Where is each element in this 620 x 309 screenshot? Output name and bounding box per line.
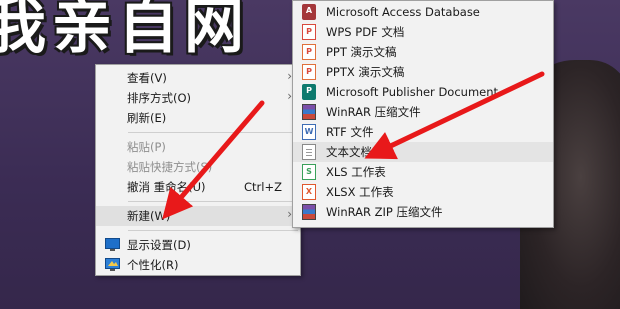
menu-item-paste-shortcut: 粘贴快捷方式(S) [96, 157, 300, 177]
new-item-label: PPT 演示文稿 [326, 45, 397, 59]
winrar-icon [302, 104, 316, 120]
menu-item-sort-by[interactable]: 排序方式(O) › [96, 88, 300, 108]
pptx-icon: P [302, 64, 316, 80]
new-item-winrar-zip[interactable]: WinRAR ZIP 压缩文件 [293, 202, 553, 222]
menu-item-label: 排序方式(O) [127, 91, 192, 105]
new-item-label: 文本文档 [326, 145, 372, 159]
new-item-label: Microsoft Publisher Document [326, 85, 499, 99]
display-settings-icon [105, 238, 120, 251]
new-item-access-database[interactable]: A Microsoft Access Database [293, 2, 553, 22]
menu-item-shortcut: Ctrl+Z [244, 180, 282, 194]
menu-item-refresh[interactable]: 刷新(E) [96, 108, 300, 128]
publisher-icon: P [302, 84, 316, 100]
new-item-wps-pdf[interactable]: P WPS PDF 文档 [293, 22, 553, 42]
new-item-label: WPS PDF 文档 [326, 25, 405, 39]
menu-separator [128, 132, 298, 133]
menu-item-label: 撤消 重命名(U) [127, 180, 206, 194]
new-item-label: XLS 工作表 [326, 165, 386, 179]
new-item-label: RTF 文件 [326, 125, 374, 139]
new-item-publisher[interactable]: P Microsoft Publisher Document [293, 82, 553, 102]
xlsx-icon: X [302, 184, 316, 200]
new-item-text-document[interactable]: 文本文档 [293, 142, 553, 162]
menu-item-label: 粘贴(P) [127, 140, 166, 154]
desktop-context-menu: 查看(V) › 排序方式(O) › 刷新(E) 粘贴(P) 粘贴快捷方式(S) … [95, 64, 301, 276]
text-document-icon [302, 144, 316, 160]
new-item-xls[interactable]: S XLS 工作表 [293, 162, 553, 182]
winrar-zip-icon [302, 204, 316, 220]
menu-item-personalize[interactable]: 个性化(R) [96, 255, 300, 275]
menu-item-label: 粘贴快捷方式(S) [127, 160, 213, 174]
personalize-icon [105, 258, 120, 271]
wps-pdf-icon: P [302, 24, 316, 40]
menu-item-label: 个性化(R) [127, 258, 179, 272]
menu-separator [128, 201, 298, 202]
rtf-icon: W [302, 124, 316, 140]
new-item-xlsx[interactable]: X XLSX 工作表 [293, 182, 553, 202]
new-item-label: PPTX 演示文稿 [326, 65, 405, 79]
new-item-label: WinRAR 压缩文件 [326, 105, 421, 119]
menu-item-display-settings[interactable]: 显示设置(D) [96, 235, 300, 255]
new-item-label: Microsoft Access Database [326, 5, 480, 19]
new-item-rtf[interactable]: W RTF 文件 [293, 122, 553, 142]
menu-item-label: 显示设置(D) [127, 238, 191, 252]
menu-item-label: 新建(W) [127, 209, 171, 223]
new-item-pptx[interactable]: P PPTX 演示文稿 [293, 62, 553, 82]
menu-separator [128, 230, 298, 231]
new-item-label: WinRAR ZIP 压缩文件 [326, 205, 443, 219]
new-item-label: XLSX 工作表 [326, 185, 394, 199]
menu-item-paste: 粘贴(P) [96, 137, 300, 157]
xls-icon: S [302, 164, 316, 180]
access-db-icon: A [302, 4, 316, 20]
menu-item-view[interactable]: 查看(V) › [96, 68, 300, 88]
new-item-ppt[interactable]: P PPT 演示文稿 [293, 42, 553, 62]
new-item-winrar[interactable]: WinRAR 压缩文件 [293, 102, 553, 122]
ppt-icon: P [302, 44, 316, 60]
menu-item-new[interactable]: 新建(W) › [96, 206, 300, 226]
menu-item-undo-rename[interactable]: 撤消 重命名(U) Ctrl+Z [96, 177, 300, 197]
menu-item-label: 查看(V) [127, 71, 167, 85]
new-submenu: A Microsoft Access Database P WPS PDF 文档… [292, 0, 554, 228]
menu-item-label: 刷新(E) [127, 111, 167, 125]
